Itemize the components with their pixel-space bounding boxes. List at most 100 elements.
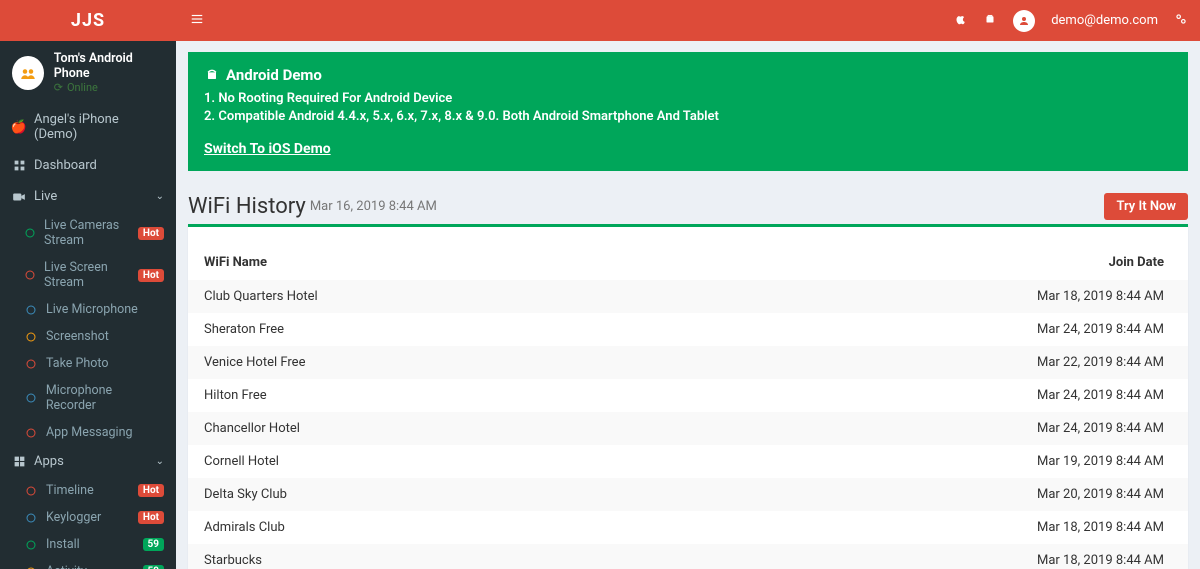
settings-icon[interactable]: [1174, 12, 1188, 30]
apple-icon[interactable]: [953, 12, 967, 30]
sidebar-item[interactable]: Microphone Recorder: [12, 377, 176, 419]
table-row: Sheraton FreeMar 24, 2019 8:44 AM: [188, 313, 1188, 346]
banner-line: 1. No Rooting Required For Android Devic…: [204, 90, 1172, 108]
col-wifi-name: WiFi Name: [188, 245, 654, 280]
circle-icon: [24, 538, 38, 552]
chevron-down-icon: ⌄: [156, 456, 164, 467]
sidebar-item-dashboard[interactable]: Dashboard: [0, 150, 176, 181]
circle-icon: [24, 226, 36, 240]
device-name: Tom's Android Phone: [54, 51, 164, 81]
table-row: Club Quarters HotelMar 18, 2019 8:44 AM: [188, 280, 1188, 313]
sidebar-item[interactable]: Install 59: [12, 531, 176, 558]
table-row: Venice Hotel FreeMar 22, 2019 8:44 AM: [188, 346, 1188, 379]
sidebar-item-angel[interactable]: 🍎 Angel's iPhone (Demo): [0, 104, 176, 150]
wifi-name-cell: Venice Hotel Free: [188, 346, 654, 379]
table-row: Chancellor HotelMar 24, 2019 8:44 AM: [188, 412, 1188, 445]
join-date-cell: Mar 20, 2019 8:44 AM: [654, 478, 1188, 511]
sidebar-item-label: App Messaging: [46, 425, 133, 440]
sidebar-item-label: Live Microphone: [46, 302, 138, 317]
circle-icon: [24, 391, 38, 405]
table-row: Delta Sky ClubMar 20, 2019 8:44 AM: [188, 478, 1188, 511]
menu-toggle[interactable]: [176, 11, 218, 30]
sidebar-item[interactable]: Live Cameras Stream Hot: [12, 212, 176, 254]
apps-submenu: TimelineHotKeyloggerHotInstall59Activity…: [0, 477, 176, 569]
sidebar-item[interactable]: TimelineHot: [12, 477, 176, 504]
table-row: Admirals ClubMar 18, 2019 8:44 AM: [188, 511, 1188, 544]
main-content: Android Demo 1. No Rooting Required For …: [176, 41, 1200, 569]
wifi-name-cell: Delta Sky Club: [188, 478, 654, 511]
brand-logo[interactable]: JJS: [0, 0, 176, 41]
circle-icon: [24, 565, 38, 569]
page-timestamp: Mar 16, 2019 8:44 AM: [310, 199, 437, 214]
device-status: ⟳Online: [54, 81, 164, 94]
avatar[interactable]: [1013, 10, 1035, 32]
video-icon: [12, 190, 26, 204]
col-join-date: Join Date: [654, 245, 1188, 280]
sidebar-item-label: Install: [46, 537, 80, 552]
circle-icon: [24, 484, 38, 498]
android-icon: [204, 67, 220, 83]
join-date-cell: Mar 24, 2019 8:44 AM: [654, 313, 1188, 346]
banner-title: Android Demo: [204, 66, 1172, 84]
android-icon[interactable]: [983, 12, 997, 30]
sidebar-item-label: Screenshot: [46, 329, 109, 344]
dashboard-icon: [12, 159, 26, 173]
sidebar-item-label: Activity: [46, 564, 87, 569]
join-date-cell: Mar 18, 2019 8:44 AM: [654, 544, 1188, 569]
sidebar-item-label: Keylogger: [46, 510, 101, 525]
sidebar-item[interactable]: Take Photo: [12, 350, 176, 377]
badge: 59: [143, 565, 164, 569]
device-panel: Tom's Android Phone ⟳Online: [0, 41, 176, 104]
bars-icon: [190, 12, 204, 26]
user-email[interactable]: demo@demo.com: [1051, 13, 1158, 28]
badge: Hot: [138, 269, 164, 282]
circle-icon: [24, 357, 38, 371]
banner-line: 2. Compatible Android 4.4.x, 5.x, 6.x, 7…: [204, 108, 1172, 126]
sidebar-item-label: Take Photo: [46, 356, 109, 371]
badge: 59: [143, 538, 164, 551]
join-date-cell: Mar 22, 2019 8:44 AM: [654, 346, 1188, 379]
badge: Hot: [138, 484, 164, 497]
circle-icon: [24, 330, 38, 344]
info-banner: Android Demo 1. No Rooting Required For …: [188, 52, 1188, 171]
apps-icon: [12, 455, 26, 469]
sidebar-item-label: Apps: [34, 454, 64, 469]
sidebar: Tom's Android Phone ⟳Online 🍎 Angel's iP…: [0, 41, 176, 569]
table-row: Cornell HotelMar 19, 2019 8:44 AM: [188, 445, 1188, 478]
join-date-cell: Mar 24, 2019 8:44 AM: [654, 412, 1188, 445]
wifi-name-cell: Admirals Club: [188, 511, 654, 544]
join-date-cell: Mar 18, 2019 8:44 AM: [654, 280, 1188, 313]
sidebar-item[interactable]: App Messaging: [12, 419, 176, 446]
header-right: demo@demo.com: [953, 10, 1200, 32]
sidebar-item-label: Live Cameras Stream: [44, 218, 130, 248]
sidebar-item[interactable]: Activity 59: [12, 558, 176, 569]
sidebar-item-label: Live: [34, 189, 57, 204]
top-header: JJS demo@demo.com: [0, 0, 1200, 41]
live-submenu: Live Cameras StreamHotLive Screen Stream…: [0, 212, 176, 446]
sidebar-item[interactable]: Live Microphone: [12, 296, 176, 323]
sidebar-item-label: Live Screen Stream: [44, 260, 130, 290]
join-date-cell: Mar 19, 2019 8:44 AM: [654, 445, 1188, 478]
circle-icon: [24, 426, 38, 440]
wifi-name-cell: Cornell Hotel: [188, 445, 654, 478]
sidebar-item-label: Dashboard: [34, 158, 97, 173]
try-it-now-button[interactable]: Try It Now: [1104, 193, 1188, 220]
wifi-name-cell: Hilton Free: [188, 379, 654, 412]
switch-demo-link[interactable]: Switch To iOS Demo: [204, 141, 331, 157]
circle-icon: [24, 511, 38, 525]
chevron-down-icon: ⌄: [156, 191, 164, 202]
sidebar-section-apps[interactable]: Apps ⌄: [0, 446, 176, 477]
wifi-history-card: WiFi Name Join Date Club Quarters HotelM…: [188, 224, 1188, 569]
page-title: WiFi History: [188, 194, 306, 219]
wifi-name-cell: Chancellor Hotel: [188, 412, 654, 445]
badge: Hot: [138, 227, 164, 240]
wifi-name-cell: Sheraton Free: [188, 313, 654, 346]
sidebar-item[interactable]: Keylogger Hot: [12, 504, 176, 531]
table-row: Hilton FreeMar 24, 2019 8:44 AM: [188, 379, 1188, 412]
sidebar-item-label: Microphone Recorder: [46, 383, 164, 413]
sidebar-item[interactable]: Live Screen Stream Hot: [12, 254, 176, 296]
sidebar-section-live[interactable]: Live ⌄: [0, 181, 176, 212]
sidebar-item[interactable]: Screenshot: [12, 323, 176, 350]
wifi-name-cell: Club Quarters Hotel: [188, 280, 654, 313]
badge: Hot: [138, 511, 164, 524]
